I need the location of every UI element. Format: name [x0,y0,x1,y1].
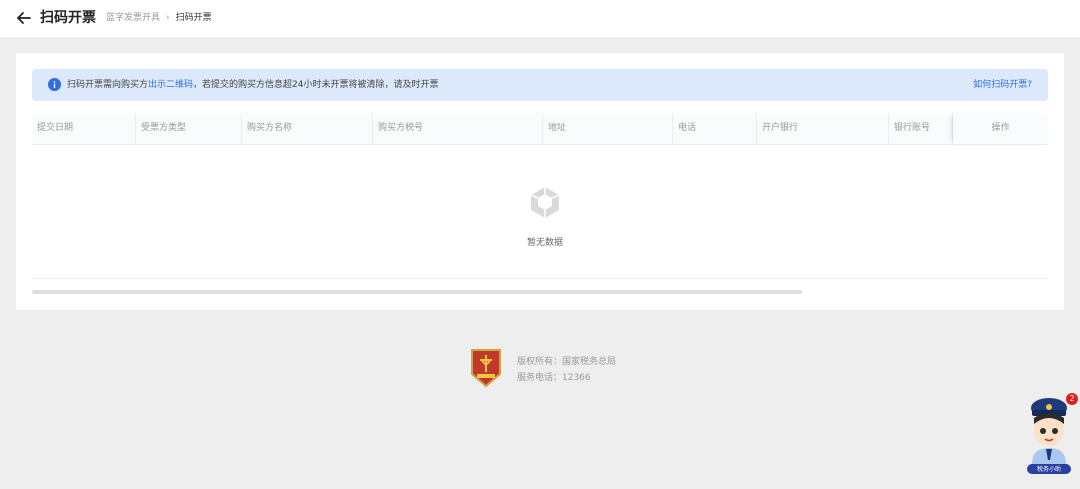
info-circle-icon [48,78,61,91]
main-card: 扫码开票需向购买方出示二维码，若提交的购买方信息超24小时未开票将被清除，请及时… [16,53,1064,310]
arrow-left-icon[interactable] [15,9,33,27]
column-header-buyer-tax-id: 购买方税号 [373,113,543,144]
table-header: 提交日期 受票方类型 购买方名称 购买方税号 地址 电话 开户银行 银行账号 操… [32,113,1048,145]
column-header-phone: 电话 [673,113,757,144]
column-header-actions: 操作 [953,113,1048,144]
notice-text: 扫码开票需向购买方出示二维码，若提交的购买方信息超24小时未开票将被清除，请及时… [67,78,439,92]
breadcrumb: 蓝字发票开具 › 扫码开票 [106,11,212,25]
column-header-bank: 开户银行 [757,113,889,144]
assistant-label[interactable]: 税务小助 [1027,465,1071,475]
footer-info: 版权所有：国家税务总局 服务电话：12366 [517,354,616,386]
column-header-submit-date: 提交日期 [32,113,136,144]
tax-assistant-avatar[interactable] [1024,394,1074,476]
column-header-address: 地址 [543,113,673,144]
breadcrumb-separator: › [166,13,170,23]
notice-text-before: 扫码开票需向购买方 [67,80,149,90]
help-link[interactable]: 如何扫码开票? [973,78,1032,92]
notice-banner: 扫码开票需向购买方出示二维码，若提交的购买方信息超24小时未开票将被清除，请及时… [32,69,1048,101]
breadcrumb-item-current: 扫码开票 [175,13,212,23]
column-header-recipient-type: 受票方类型 [136,113,242,144]
footer-phone: 服务电话：12366 [517,373,591,383]
column-header-bank-account: 银行账号 [889,113,953,144]
notice-highlight: 出示二维码 [148,80,194,90]
empty-box-icon [530,187,560,218]
tax-bureau-emblem-icon [471,349,501,388]
notification-badge: 2 [1066,393,1078,405]
column-header-buyer-name: 购买方名称 [242,113,373,144]
horizontal-scrollbar[interactable] [32,290,802,294]
page-title: 扫码开票 [40,10,96,26]
notice-text-after: ，若提交的购买方信息超24小时未开票将被清除，请及时开票 [193,80,439,90]
table-bottom-border [32,278,1048,279]
empty-state-text: 暂无数据 [526,238,563,248]
breadcrumb-item-parent[interactable]: 蓝字发票开具 [106,13,160,23]
footer-copyright: 版权所有：国家税务总局 [517,357,617,367]
top-bar: 扫码开票 蓝字发票开具 › 扫码开票 [0,0,1080,37]
